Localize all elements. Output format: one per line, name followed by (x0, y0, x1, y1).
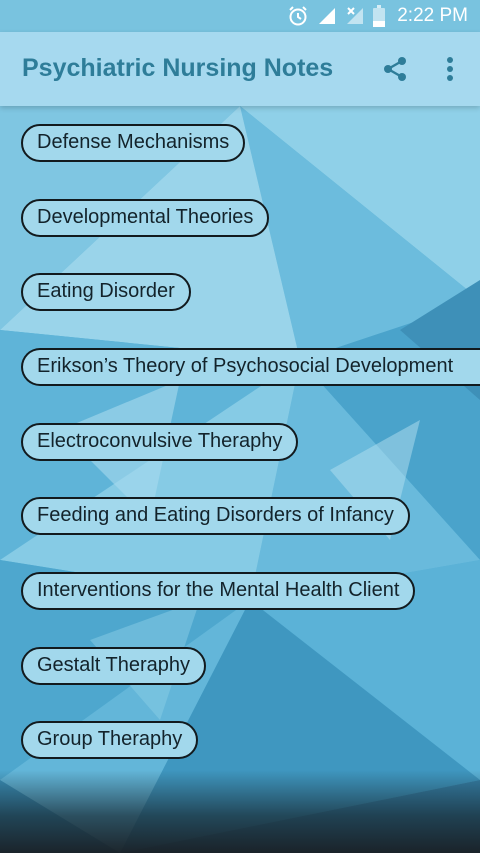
topic-button-group-theraphy[interactable]: Group Theraphy (21, 721, 199, 759)
status-bar: 2:22 PM (0, 0, 480, 32)
signal-icon (317, 6, 337, 26)
topic-button-feeding-eating-disorders-infancy[interactable]: Feeding and Eating Disorders of Infancy (21, 497, 410, 535)
battery-icon (373, 5, 386, 27)
topic-button-erikson-theory[interactable]: Erikson’s Theory of Psychosocial Develop… (21, 348, 480, 386)
topic-button-interventions-mental-health[interactable]: Interventions for the Mental Health Clie… (21, 572, 416, 610)
status-time: 2:22 PM (397, 5, 468, 26)
topic-button-gestalt-theraphy[interactable]: Gestalt Theraphy (21, 647, 207, 685)
more-vert-icon[interactable] (438, 54, 462, 84)
share-icon[interactable] (380, 54, 410, 84)
topic-button-eating-disorder[interactable]: Eating Disorder (21, 273, 191, 311)
alarm-icon (287, 5, 309, 27)
bottom-fade (0, 770, 480, 853)
no-signal-icon (345, 6, 365, 26)
topic-button-electroconvulsive-theraphy[interactable]: Electroconvulsive Theraphy (21, 423, 299, 461)
topic-button-defense-mechanisms[interactable]: Defense Mechanisms (21, 124, 246, 162)
topic-button-developmental-theories[interactable]: Developmental Theories (21, 199, 270, 237)
app-title: Psychiatric Nursing Notes (22, 54, 334, 82)
app-bar: Psychiatric Nursing Notes (0, 32, 480, 106)
